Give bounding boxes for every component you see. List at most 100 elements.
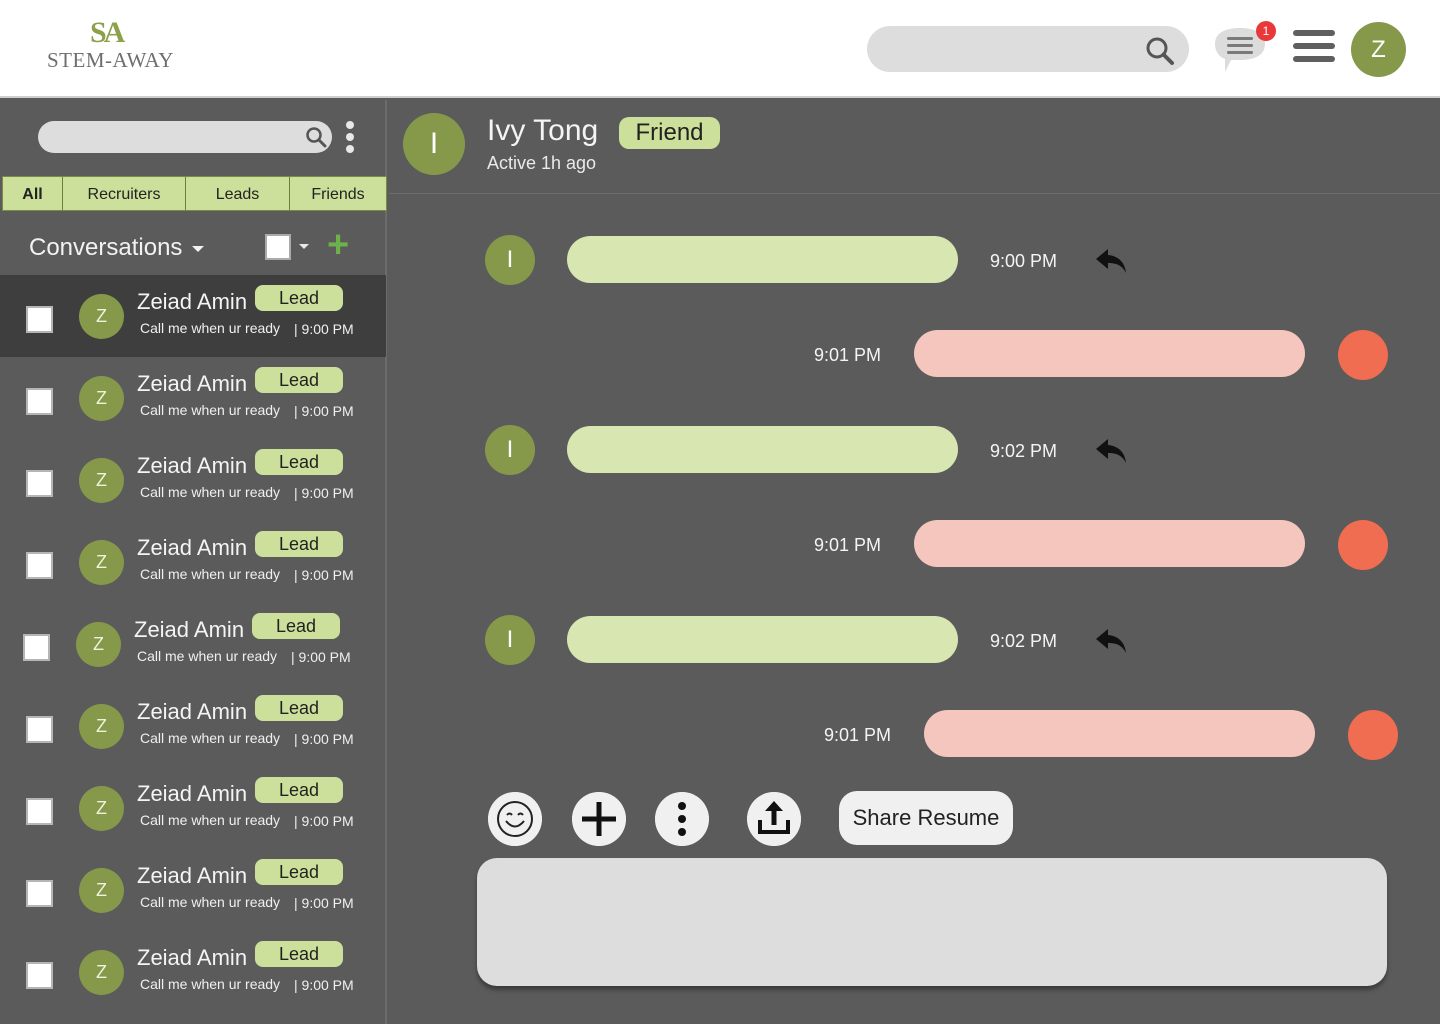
message-time: | 9:00 PM xyxy=(291,649,351,665)
reply-icon[interactable] xyxy=(1094,626,1128,654)
own-avatar xyxy=(1348,710,1398,760)
more-options-icon[interactable] xyxy=(345,121,355,155)
conversation-search-input[interactable] xyxy=(38,121,332,153)
avatar: Z xyxy=(79,540,124,585)
conversation-item[interactable]: Z Zeiad Amin Lead Call me when ur ready … xyxy=(0,603,386,685)
conversation-checkbox[interactable] xyxy=(26,962,53,989)
message-preview: Call me when ur ready xyxy=(140,402,281,418)
message-time: | 9:00 PM xyxy=(294,895,354,911)
contact-name: Zeiad Amin xyxy=(137,863,248,888)
message-time: | 9:00 PM xyxy=(294,977,354,993)
search-icon[interactable] xyxy=(305,126,327,148)
message-time: 9:02 PM xyxy=(990,441,1058,461)
message-time: | 9:00 PM xyxy=(294,485,354,501)
logo-mark: SA xyxy=(90,16,125,49)
conversations-heading[interactable]: Conversations xyxy=(29,234,182,262)
incoming-message-bubble[interactable] xyxy=(567,236,958,283)
conversation-item[interactable]: Z Zeiad Amin Lead Call me when ur ready … xyxy=(0,521,386,603)
avatar: Z xyxy=(79,868,124,913)
upload-icon[interactable] xyxy=(747,792,801,846)
message-preview: Call me when ur ready xyxy=(140,894,281,910)
conversation-checkbox[interactable] xyxy=(26,880,53,907)
conversation-checkbox[interactable] xyxy=(26,388,53,415)
outgoing-message-bubble[interactable] xyxy=(914,330,1305,377)
avatar: Z xyxy=(79,376,124,421)
conversation-checkbox[interactable] xyxy=(23,634,50,661)
contact-name: Zeiad Amin xyxy=(137,781,248,806)
message-preview: Call me when ur ready xyxy=(140,566,281,582)
message-time: | 9:00 PM xyxy=(294,321,354,337)
conversation-checkbox[interactable] xyxy=(26,306,53,333)
avatar: Z xyxy=(79,704,124,749)
incoming-message-bubble[interactable] xyxy=(567,616,958,663)
tab-recruiters[interactable]: Recruiters xyxy=(63,177,186,210)
chevron-down-icon[interactable] xyxy=(192,246,204,252)
sender-avatar: I xyxy=(485,425,535,475)
incoming-message-bubble[interactable] xyxy=(567,426,958,473)
contact-name: Zeiad Amin xyxy=(137,453,248,478)
conversation-checkbox[interactable] xyxy=(26,716,53,743)
new-conversation-plus-icon[interactable]: + xyxy=(327,226,349,264)
select-all-checkbox[interactable] xyxy=(265,234,291,260)
conversation-item[interactable]: Z Zeiad Amin Lead Call me when ur ready … xyxy=(0,439,386,521)
chevron-down-icon[interactable] xyxy=(299,244,309,249)
filter-tabs: All Recruiters Leads Friends xyxy=(2,176,387,211)
conversation-checkbox[interactable] xyxy=(26,552,53,579)
user-avatar[interactable]: Z xyxy=(1351,22,1406,77)
conversation-checkbox[interactable] xyxy=(26,470,53,497)
message-time: 9:01 PM xyxy=(824,725,892,745)
active-status: Active 1h ago xyxy=(487,153,597,173)
add-attachment-icon[interactable] xyxy=(572,792,626,846)
relation-badge: Lead xyxy=(255,449,343,475)
conversation-item[interactable]: Z Zeiad Amin Lead Call me when ur ready … xyxy=(0,767,386,849)
contact-name: Zeiad Amin xyxy=(137,945,248,970)
message-time: 9:00 PM xyxy=(990,251,1058,271)
contact-name: Zeiad Amin xyxy=(137,535,248,560)
message-time: | 9:00 PM xyxy=(294,403,354,419)
avatar: Z xyxy=(79,458,124,503)
relation-badge: Lead xyxy=(255,285,343,311)
message-time: 9:02 PM xyxy=(990,631,1058,651)
outgoing-message-bubble[interactable] xyxy=(914,520,1305,567)
conversation-checkbox[interactable] xyxy=(26,798,53,825)
chat-header: I Ivy Tong Friend Active 1h ago xyxy=(389,100,1440,194)
message-preview: Call me when ur ready xyxy=(137,648,278,664)
own-avatar xyxy=(1338,520,1388,570)
conversation-item[interactable]: Z Zeiad Amin Lead Call me when ur ready … xyxy=(0,849,386,931)
relation-badge: Friend xyxy=(619,117,720,149)
relation-badge: Lead xyxy=(252,613,340,639)
tab-friends[interactable]: Friends xyxy=(290,177,386,210)
global-search-input[interactable] xyxy=(867,26,1189,72)
own-avatar xyxy=(1338,330,1388,380)
contact-name: Zeiad Amin xyxy=(137,699,248,724)
contact-avatar[interactable]: I xyxy=(403,113,465,175)
logo-wordmark: STEM-AWAY xyxy=(47,48,174,72)
message-time: | 9:00 PM xyxy=(294,567,354,583)
hamburger-menu-icon[interactable] xyxy=(1293,30,1335,68)
stem-away-logo[interactable]: SA STEM-AWAY xyxy=(46,16,176,76)
contact-name[interactable]: Ivy Tong xyxy=(487,114,598,148)
relation-badge: Lead xyxy=(255,777,343,803)
more-options-icon[interactable] xyxy=(655,792,709,846)
contact-name: Zeiad Amin xyxy=(137,289,248,314)
conversation-item[interactable]: Z Zeiad Amin Lead Call me when ur ready … xyxy=(0,275,386,357)
message-input[interactable] xyxy=(477,858,1387,986)
avatar: Z xyxy=(79,294,124,339)
conversation-item[interactable]: Z Zeiad Amin Lead Call me when ur ready … xyxy=(0,685,386,767)
message-time: | 9:00 PM xyxy=(294,813,354,829)
share-resume-button[interactable]: Share Resume xyxy=(839,791,1013,845)
conversation-item[interactable]: Z Zeiad Amin Lead Call me when ur ready … xyxy=(0,357,386,439)
relation-badge: Lead xyxy=(255,367,343,393)
emoji-icon[interactable] xyxy=(488,792,542,846)
relation-badge: Lead xyxy=(255,531,343,557)
reply-icon[interactable] xyxy=(1094,246,1128,274)
avatar: Z xyxy=(76,622,121,667)
top-bar: SA STEM-AWAY 1 Z xyxy=(0,0,1440,98)
relation-badge: Lead xyxy=(255,941,343,967)
search-icon[interactable] xyxy=(1145,36,1175,66)
reply-icon[interactable] xyxy=(1094,436,1128,464)
tab-leads[interactable]: Leads xyxy=(186,177,290,210)
tab-all[interactable]: All xyxy=(3,177,63,210)
outgoing-message-bubble[interactable] xyxy=(924,710,1315,757)
conversation-item[interactable]: Z Zeiad Amin Lead Call me when ur ready … xyxy=(0,931,386,1013)
